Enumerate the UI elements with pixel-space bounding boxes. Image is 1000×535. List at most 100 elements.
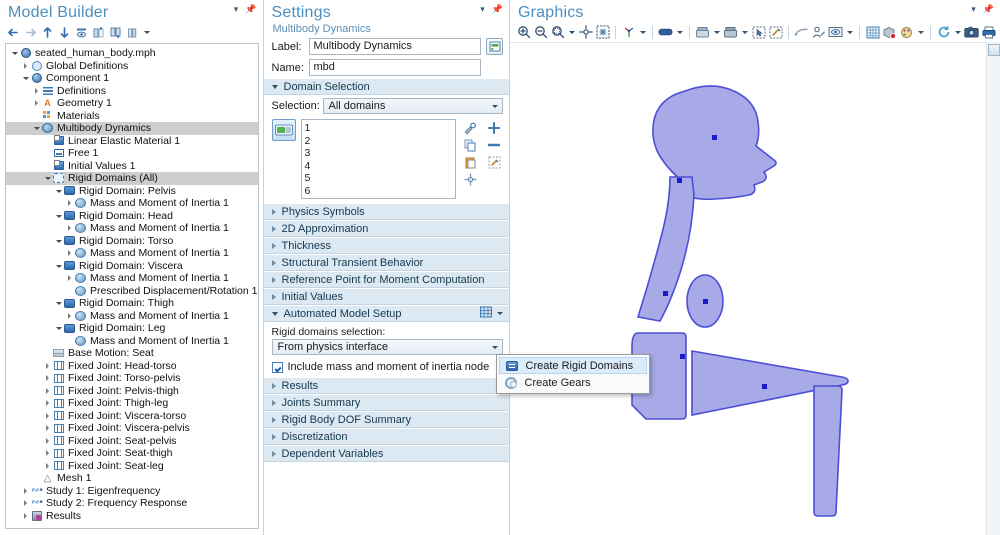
domain-list-item[interactable]: 6 <box>305 185 453 198</box>
pin-icon[interactable]: 📌 <box>245 5 256 14</box>
move-down-icon[interactable] <box>57 25 72 40</box>
chevron-down-icon[interactable] <box>21 76 30 80</box>
chevron-down-icon[interactable] <box>54 264 63 268</box>
tree-node[interactable]: ∾• Study 2: Frequency Response <box>6 497 258 510</box>
tree-node[interactable]: Fixed Joint: Torso-pelvis <box>6 372 258 385</box>
domain-list[interactable]: 123456 <box>300 119 456 199</box>
tree-node[interactable]: Global Definitions <box>6 60 258 73</box>
chevron-right-icon[interactable] <box>43 400 52 406</box>
zoom-in-icon[interactable] <box>516 25 531 40</box>
chevron-down-icon[interactable]: ▾ <box>234 5 239 14</box>
move-up-icon[interactable] <box>40 25 55 40</box>
tree-node[interactable]: Fixed Joint: Head-torso <box>6 360 258 373</box>
rigid-domains-selection-combo[interactable]: From physics interface <box>271 339 503 355</box>
scene-light-icon[interactable] <box>658 25 673 40</box>
tree-node[interactable]: Rigid Domain: Thigh <box>6 297 258 310</box>
section-header-results[interactable]: Results <box>263 377 509 394</box>
tree-node[interactable]: Multibody Dynamics <box>6 122 258 135</box>
chevron-down-icon[interactable] <box>54 326 63 330</box>
tree-node[interactable]: Base Motion: Seat <box>6 347 258 360</box>
chevron-down-icon[interactable] <box>675 25 684 39</box>
print-icon[interactable] <box>981 25 996 40</box>
chevron-down-icon[interactable] <box>953 25 962 39</box>
paste-icon[interactable] <box>461 154 479 170</box>
chevron-right-icon[interactable] <box>32 88 41 94</box>
expand-all-icon[interactable] <box>108 25 123 40</box>
menu-item-create-rigid-domains[interactable]: Create Rigid Domains <box>498 357 647 374</box>
tree-node[interactable]: Mass and Moment of Inertia 1 <box>6 197 258 210</box>
zoom-out-icon[interactable] <box>533 25 548 40</box>
go-back-icon[interactable] <box>6 25 21 40</box>
tree-node[interactable]: A Geometry 1 <box>6 97 258 110</box>
tree-node[interactable]: Fixed Joint: Thigh-leg <box>6 397 258 410</box>
select-box-icon[interactable] <box>751 25 766 40</box>
tree-node[interactable]: Definitions <box>6 85 258 98</box>
zoom-to-selection-icon[interactable] <box>595 25 610 40</box>
include-inertia-checkbox[interactable] <box>271 361 283 373</box>
chevron-right-icon[interactable] <box>43 425 52 431</box>
transparency-icon[interactable] <box>882 25 897 40</box>
tree-node[interactable]: Fixed Joint: Viscera-pelvis <box>6 422 258 435</box>
selection-combo[interactable]: All domains <box>322 98 503 114</box>
chevron-down-icon[interactable] <box>54 239 63 243</box>
tree-node[interactable]: Fixed Joint: Seat-pelvis <box>6 435 258 448</box>
zoom-box-icon[interactable] <box>550 25 565 40</box>
automated-setup-context-menu[interactable]: Create Rigid Domains Create Gears <box>495 354 650 394</box>
section-header-physics-symbols[interactable]: Physics Symbols <box>263 203 509 220</box>
tree-node[interactable]: Rigid Domain: Torso <box>6 235 258 248</box>
graphics-canvas[interactable] <box>510 42 1000 535</box>
chevron-down-icon[interactable] <box>43 176 52 180</box>
show-hide-icon[interactable] <box>74 25 89 40</box>
chevron-down-icon[interactable] <box>54 301 63 305</box>
grid-icon[interactable] <box>865 25 880 40</box>
selection-mode-icon[interactable] <box>271 119 296 141</box>
domain-list-item[interactable]: 5 <box>305 172 453 185</box>
chevron-right-icon[interactable] <box>65 225 74 231</box>
graphics-side-button[interactable] <box>988 44 1000 56</box>
label-field[interactable]: Multibody Dynamics <box>308 38 481 55</box>
section-header-2d-approximation[interactable]: 2D Approximation <box>263 220 509 237</box>
copy-icon[interactable] <box>461 137 479 153</box>
tree-node[interactable]: Rigid Domains (All) <box>6 172 258 185</box>
tree-node[interactable]: ∾• Study 1: Eigenfrequency <box>6 485 258 498</box>
chevron-down-icon[interactable] <box>495 307 504 321</box>
tree-node[interactable]: Mass and Moment of Inertia 1 <box>6 272 258 285</box>
remove-from-selection-icon[interactable] <box>485 137 503 153</box>
chevron-right-icon[interactable] <box>65 275 74 281</box>
hide-geometric-entities-icon[interactable] <box>723 25 738 40</box>
include-inertia-checkbox-row[interactable]: Include mass and moment of inertia node <box>264 358 510 377</box>
chevron-down-icon[interactable] <box>916 25 925 39</box>
view-unhide-icon[interactable] <box>695 25 710 40</box>
model-tree[interactable]: seated_human_body.mph Global Definitions C… <box>5 43 259 529</box>
chevron-right-icon[interactable] <box>21 500 30 506</box>
chevron-right-icon[interactable] <box>32 100 41 106</box>
domain-list-item[interactable]: 3 <box>305 147 453 160</box>
color-legend-icon[interactable] <box>899 25 914 40</box>
seated-human-body-model[interactable] <box>510 43 970 535</box>
chevron-down-icon[interactable] <box>845 25 854 39</box>
measure-icon[interactable] <box>794 25 809 40</box>
menu-item-create-gears[interactable]: Create Gears <box>499 374 647 391</box>
view-hidden-icon[interactable] <box>828 25 843 40</box>
tree-node[interactable]: Free 1 <box>6 147 258 160</box>
chevron-right-icon[interactable] <box>43 413 52 419</box>
go-forward-icon[interactable] <box>23 25 38 40</box>
table-grid-icon[interactable] <box>480 306 492 321</box>
clear-selection-icon[interactable] <box>485 154 503 170</box>
chevron-down-icon[interactable] <box>567 25 576 39</box>
tree-node[interactable]: △ Mesh 1 <box>6 472 258 485</box>
tree-node[interactable]: Initial Values 1 <box>6 160 258 173</box>
tree-node[interactable]: Rigid Domain: Pelvis <box>6 185 258 198</box>
zoom-to-selection-icon[interactable] <box>461 171 479 187</box>
tree-node[interactable]: Rigid Domain: Head <box>6 210 258 223</box>
tree-node[interactable]: Linear Elastic Material 1 <box>6 135 258 148</box>
chevron-right-icon[interactable] <box>43 438 52 444</box>
tree-node[interactable]: Component 1 <box>6 72 258 85</box>
section-header-dependent-variables[interactable]: Dependent Variables <box>263 445 509 462</box>
body-torso[interactable] <box>636 176 695 322</box>
chevron-down-icon[interactable] <box>740 25 749 39</box>
pin-icon[interactable]: 📌 <box>983 5 994 14</box>
chevron-down-icon[interactable] <box>142 25 151 39</box>
collapse-all-icon[interactable] <box>91 25 106 40</box>
section-header-automated-model-setup[interactable]: Automated Model Setup <box>263 305 509 322</box>
